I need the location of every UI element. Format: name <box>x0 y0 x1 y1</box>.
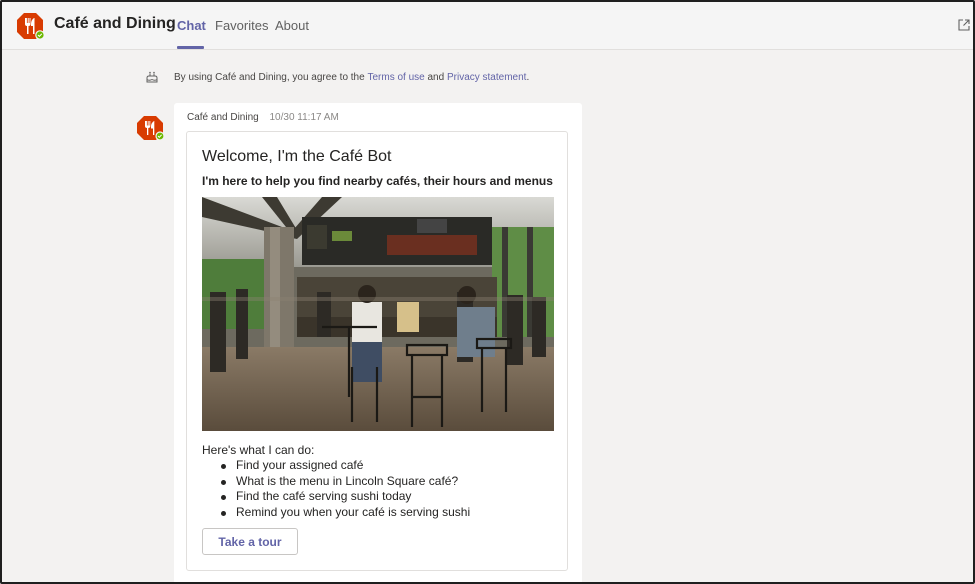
app-title: Café and Dining <box>54 15 176 32</box>
message-header: Café and Dining 10/30 11:17 AM <box>187 112 339 123</box>
terms-of-use-link[interactable]: Terms of use <box>367 72 424 83</box>
sender-name: Café and Dining <box>187 112 259 123</box>
bot-avatar[interactable] <box>136 114 166 142</box>
capabilities-list: Find your assigned café What is the menu… <box>221 458 470 520</box>
notice-suffix: . <box>526 71 530 83</box>
list-item: Find your assigned café <box>221 458 470 474</box>
bot-message: Café and Dining 10/30 11:17 AM Welcome, … <box>174 103 582 584</box>
privacy-statement-link[interactable]: Privacy statement <box>447 72 526 83</box>
notice-prefix: By using Café and Dining, you agree to t… <box>174 71 368 83</box>
fork-knife-icon <box>17 13 45 40</box>
popout-icon[interactable] <box>957 18 971 32</box>
notice-middle: and <box>424 71 447 83</box>
cake-icon <box>146 71 158 83</box>
active-tab-indicator <box>177 46 204 49</box>
message-timestamp: 10/30 11:17 AM <box>269 112 339 123</box>
list-item: Find the café serving sushi today <box>221 489 470 505</box>
card-subtitle: I'm here to help you find nearby cafés, … <box>202 174 553 188</box>
take-a-tour-button[interactable]: Take a tour <box>202 528 298 555</box>
cafe-photo <box>202 197 554 431</box>
list-item: Remind you when your café is serving sus… <box>221 505 470 521</box>
app-header: Café and Dining Chat Favorites About <box>2 2 973 50</box>
terms-notice: By using Café and Dining, you agree to t… <box>145 68 529 86</box>
capabilities-intro: Here's what I can do: <box>202 443 315 457</box>
card-title: Welcome, I'm the Café Bot <box>202 148 392 165</box>
welcome-card: Welcome, I'm the Café Bot I'm here to he… <box>186 131 568 571</box>
list-item: What is the menu in Lincoln Square café? <box>221 474 470 490</box>
tab-about[interactable]: About <box>275 18 309 33</box>
tab-favorites[interactable]: Favorites <box>215 18 268 33</box>
tab-chat[interactable]: Chat <box>177 18 206 33</box>
